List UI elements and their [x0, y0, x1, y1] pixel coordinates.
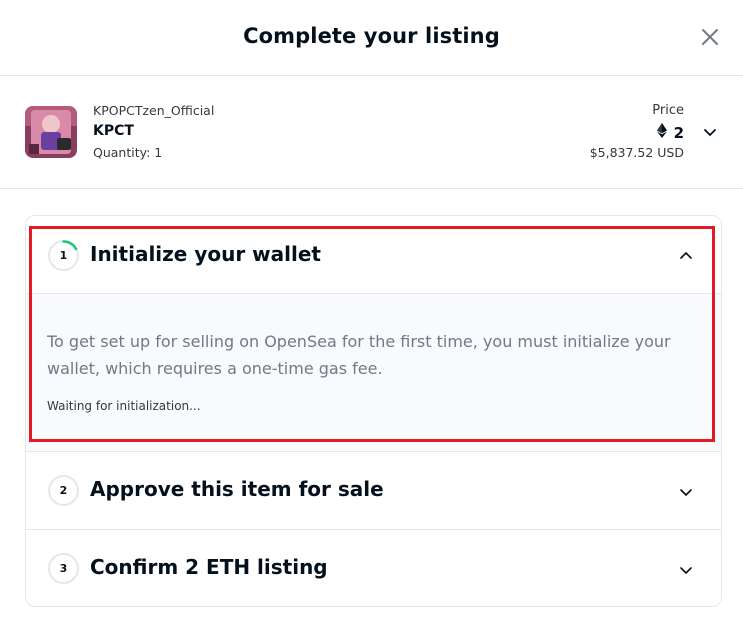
step-2-header[interactable]: 2 Approve this item for sale — [26, 452, 721, 530]
chevron-down-icon[interactable] — [702, 124, 718, 140]
price-eth-value: 2 — [673, 123, 684, 142]
step-title: Initialize your wallet — [90, 242, 321, 266]
chevron-down-icon[interactable] — [678, 562, 694, 578]
step-number: 2 — [59, 484, 68, 497]
step-confirm-listing: 3 Confirm 2 ETH listing — [26, 530, 721, 606]
step-number: 3 — [59, 562, 68, 575]
chevron-down-icon[interactable] — [678, 484, 694, 500]
item-thumbnail — [25, 106, 77, 158]
modal-title: Complete your listing — [243, 24, 500, 48]
step-title: Confirm 2 ETH listing — [90, 555, 328, 579]
modal-header: Complete your listing — [0, 0, 743, 76]
step-3-header[interactable]: 3 Confirm 2 ETH listing — [26, 530, 721, 606]
step-approve-item: 2 Approve this item for sale — [26, 452, 721, 530]
step-number-badge: 3 — [48, 553, 79, 584]
step-title: Approve this item for sale — [90, 477, 384, 501]
collection-name[interactable]: KPOPCTzen_Official — [93, 103, 214, 118]
listing-modal: Complete your listing KPOPCTzen_Official… — [0, 0, 743, 636]
close-icon[interactable] — [699, 26, 721, 48]
step-description: To get set up for selling on OpenSea for… — [47, 332, 671, 378]
listing-steps: 1 Initialize your wallet To get set up f… — [25, 215, 722, 607]
step-initialize-wallet: 1 Initialize your wallet To get set up f… — [26, 216, 721, 452]
step-1-header[interactable]: 1 Initialize your wallet — [26, 216, 721, 294]
step-status: Waiting for initialization... — [47, 399, 201, 413]
item-name: KPCT — [93, 123, 134, 139]
price-label: Price — [652, 103, 684, 118]
progress-spinner-icon — [62, 240, 78, 251]
price-eth: 2 — [656, 123, 684, 142]
price-usd: $5,837.52 USD — [589, 145, 684, 160]
ethereum-icon — [656, 123, 667, 142]
step-number-badge: 2 — [48, 475, 79, 506]
chevron-up-icon[interactable] — [678, 248, 694, 264]
item-summary: KPOPCTzen_Official KPCT Quantity: 1 Pric… — [0, 77, 743, 189]
item-quantity: Quantity: 1 — [93, 145, 163, 160]
